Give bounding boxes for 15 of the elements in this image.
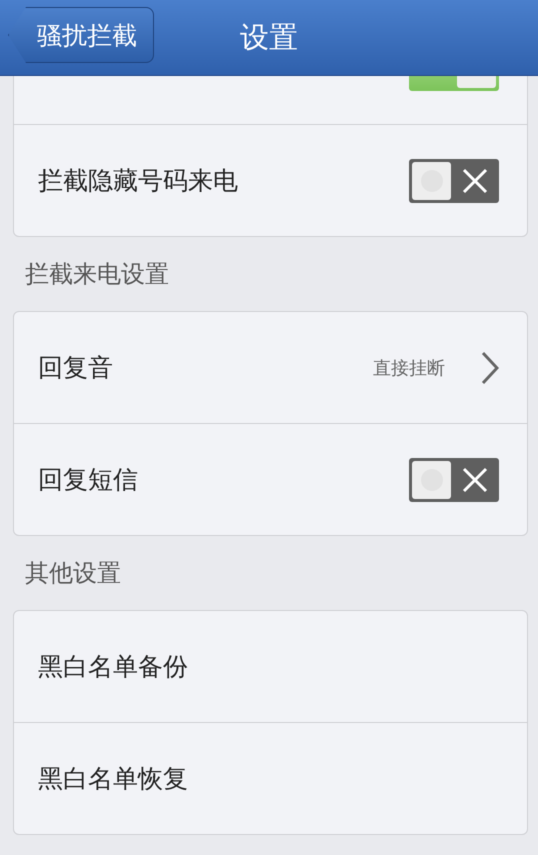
chevron-right-icon[interactable] (481, 350, 499, 384)
setting-value: 直接挂断 (373, 356, 445, 380)
close-icon (462, 466, 488, 492)
setting-label: 回复音 (38, 352, 114, 384)
section-header: 其他设置 (24, 558, 122, 589)
back-button[interactable]: 骚扰拦截 (8, 7, 154, 63)
setting-label: 黑白名单恢复 (38, 763, 189, 795)
setting-label: 回复短信 (38, 464, 139, 496)
close-icon (462, 168, 488, 194)
section-header: 拦截来电设置 (24, 259, 170, 290)
setting-label: 黑白名单备份 (38, 651, 189, 683)
toggle-switch[interactable] (409, 458, 499, 502)
setting-label: 拦截隐藏号码来电 (38, 165, 239, 197)
toggle-switch[interactable] (409, 158, 499, 202)
page-title: 设置 (240, 18, 298, 56)
